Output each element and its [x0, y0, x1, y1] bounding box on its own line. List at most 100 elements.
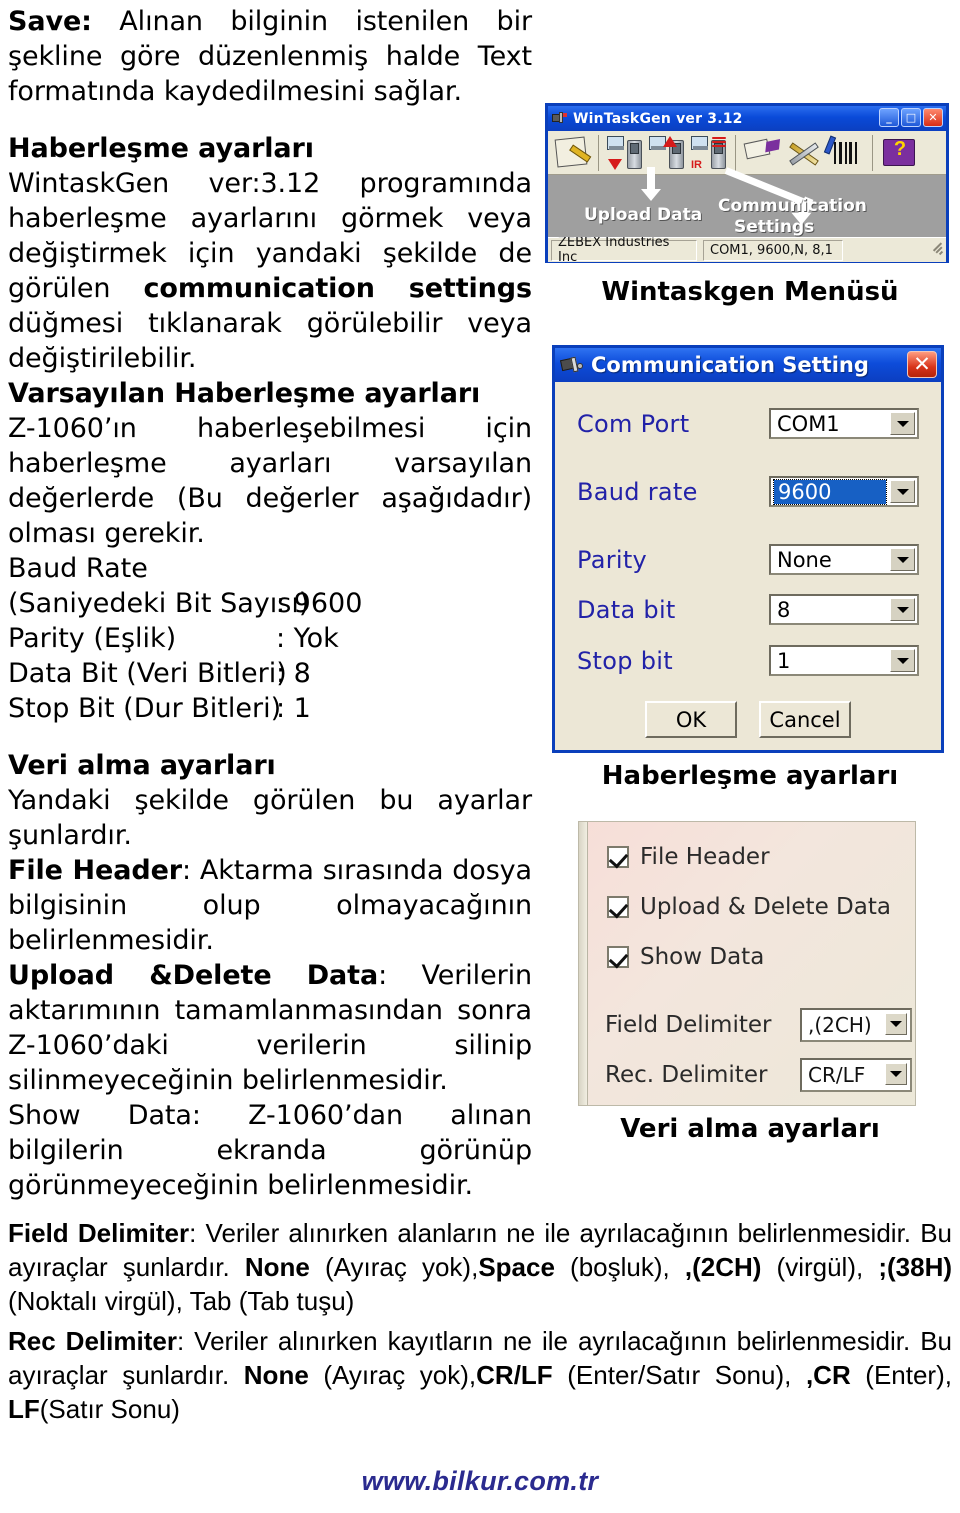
checkmark-icon[interactable] — [607, 846, 629, 868]
upload-data-arrow-icon — [641, 167, 661, 201]
resize-grip-icon[interactable] — [931, 242, 944, 256]
upload-delete-term: Upload &Delete Data — [8, 960, 379, 991]
checkbox-label: Show Data — [640, 944, 765, 970]
spec-line-2: Parity (Eşlik): Yok — [8, 623, 339, 654]
toolbar-separator — [598, 134, 599, 171]
chevron-down-icon[interactable] — [890, 412, 915, 435]
field-baud-rate: Baud rate 9600 — [555, 476, 941, 512]
dialog-body: Com Port COM1 Baud rate 9600 Parity None — [555, 382, 941, 750]
tools-icon[interactable] — [784, 134, 824, 172]
chevron-down-icon[interactable] — [890, 480, 915, 503]
field-delimiter-row: Field Delimiter ,(2CH) — [605, 1008, 912, 1042]
wintaskgen-toolbar: IR — [548, 131, 946, 175]
field-delimiter-value: ,(2CH) — [808, 1013, 872, 1037]
data-bit-value: 8 — [777, 597, 791, 622]
bottom-text-block: Field Delimiter: Veriler alınırken alanl… — [8, 1216, 952, 1426]
spec-line-0: Baud Rate — [8, 553, 148, 584]
page-root: Save: Alınan bilginin istenilen bir şekl… — [0, 0, 960, 1513]
panel-left-edge — [579, 822, 588, 1105]
annotation-communication-settings: Communication Settings — [718, 196, 867, 237]
data-receive-settings-panel: File Header Upload & Delete Data Show Da… — [578, 821, 916, 1106]
checkbox-label: File Header — [640, 844, 770, 870]
com-port-select[interactable]: COM1 — [769, 408, 919, 439]
field-parity: Parity None — [555, 544, 941, 580]
dialog-titlebar: Communication Setting ✕ — [555, 348, 941, 382]
caption-haberlesme-ayarlari: Haberleşme ayarları — [601, 761, 899, 791]
default-comm-heading: Varsayılan Haberleşme ayarları — [8, 378, 481, 409]
field-stop-bit: Stop bit 1 — [555, 645, 941, 681]
dialog-buttons: OK Cancel — [555, 701, 941, 738]
cancel-button[interactable]: Cancel — [759, 701, 851, 738]
checkmark-icon[interactable] — [607, 946, 629, 968]
footer-website[interactable]: www.bilkur.com.tr — [0, 1466, 960, 1497]
parity-label: Parity — [577, 546, 648, 574]
rx-heading: Veri alma ayarları — [8, 750, 276, 781]
communication-settings-icon — [559, 356, 583, 374]
data-bit-select[interactable]: 8 — [769, 594, 919, 625]
wintaskgen-titlebar: WinTaskGen ver 3.12 _ □ ✕ — [548, 106, 946, 131]
stop-bit-label: Stop bit — [577, 647, 673, 675]
maximize-icon[interactable]: □ — [901, 108, 921, 127]
checkbox-upload-delete-data[interactable]: Upload & Delete Data — [607, 894, 891, 920]
toolbar-separator — [735, 134, 736, 171]
baud-rate-select[interactable]: 9600 — [769, 476, 919, 507]
field-com-port: Com Port COM1 — [555, 408, 941, 444]
chevron-down-icon[interactable] — [890, 649, 915, 672]
field-delimiter-select[interactable]: ,(2CH) — [800, 1008, 912, 1042]
rec-delimiter-paragraph: Rec Delimiter: Veriler alınırken kayıtla… — [8, 1326, 952, 1424]
comm-heading: Haberleşme ayarları — [8, 133, 314, 164]
stop-bit-value: 1 — [777, 648, 791, 673]
checkbox-label: Upload & Delete Data — [640, 894, 891, 920]
rx-intro: Yandaki şekilde görülen bu ayarlar şunla… — [8, 785, 532, 851]
caption-veri-alma-ayarlari: Veri alma ayarları — [620, 1114, 880, 1144]
field-data-bit: Data bit 8 — [555, 594, 941, 630]
comm-paragraph: WintaskGen ver:3.12 programında haberleş… — [8, 168, 532, 374]
chevron-down-icon[interactable] — [890, 598, 915, 621]
download-to-device-icon[interactable] — [605, 134, 645, 172]
wintaskgen-app-icon — [552, 111, 568, 126]
stop-bit-select[interactable]: 1 — [769, 645, 919, 676]
communication-setting-dialog: Communication Setting ✕ Com Port COM1 Ba… — [552, 345, 944, 753]
toolbar-separator — [872, 134, 873, 171]
parity-select[interactable]: None — [769, 544, 919, 575]
wintaskgen-annotation-area: Upload Data Communication Settings — [548, 167, 946, 237]
save-paragraph: Save: Alınan bilginin istenilen bir şekl… — [8, 4, 532, 109]
dialog-title-text: Communication Setting — [591, 353, 869, 377]
window-controls: _ □ ✕ — [879, 108, 943, 127]
com-port-value: COM1 — [777, 411, 840, 436]
chevron-down-icon[interactable] — [885, 1063, 907, 1085]
status-port-settings: COM1, 9600,N, 8,1 — [703, 239, 843, 261]
communication-settings-term: communication settings — [143, 273, 532, 304]
minimize-icon[interactable]: _ — [879, 108, 899, 127]
wintaskgen-window: WinTaskGen ver 3.12 _ □ ✕ IR ? Upload Da… — [545, 103, 949, 265]
field-delimiter-paragraph: Field Delimiter: Veriler alınırken alanl… — [8, 1218, 953, 1316]
rec-delimiter-value: CR/LF — [808, 1063, 866, 1087]
help-book-icon[interactable] — [879, 134, 919, 172]
spec-line-4: Stop Bit (Dur Bitleri): 1 — [8, 693, 311, 724]
rec-delimiter-select[interactable]: CR/LF — [800, 1058, 912, 1092]
data-bit-label: Data bit — [577, 596, 676, 624]
barcode-settings-icon[interactable] — [823, 134, 866, 172]
rec-delimiter-label: Rec. Delimiter — [605, 1062, 768, 1088]
chevron-down-icon[interactable] — [890, 548, 915, 571]
spec-line-1: (Saniyedeki Bit Sayısı): 9600 — [8, 588, 363, 619]
caption-wintaskgen-menu: Wintaskgen Menüsü — [601, 277, 899, 307]
chevron-down-icon[interactable] — [885, 1013, 907, 1035]
upload-from-device-icon[interactable] — [647, 134, 687, 172]
checkbox-show-data[interactable]: Show Data — [607, 944, 764, 970]
spec-line-3: Data Bit (Veri Bitleri): 8 — [8, 658, 311, 689]
checkbox-file-header[interactable]: File Header — [607, 844, 770, 870]
communication-settings-icon[interactable] — [742, 134, 782, 172]
ir-transfer-icon[interactable]: IR — [689, 134, 729, 172]
checkmark-icon[interactable] — [607, 896, 629, 918]
new-document-icon[interactable] — [552, 134, 592, 172]
close-icon[interactable]: ✕ — [907, 351, 937, 378]
close-icon[interactable]: ✕ — [923, 108, 943, 127]
wintaskgen-statusbar: ZEBEX Industries Inc COM1, 9600,N, 8,1 — [548, 235, 946, 265]
ok-button[interactable]: OK — [645, 701, 737, 738]
default-comm-paragraph: Z-1060’ın haberleşebilmesi için haberleş… — [8, 413, 532, 549]
file-header-term: File Header — [8, 855, 183, 886]
baud-rate-label: Baud rate — [577, 478, 698, 506]
show-data-paragraph: Show Data: Z-1060’dan alınan bilgilerin … — [8, 1100, 532, 1201]
parity-value: None — [777, 547, 832, 572]
